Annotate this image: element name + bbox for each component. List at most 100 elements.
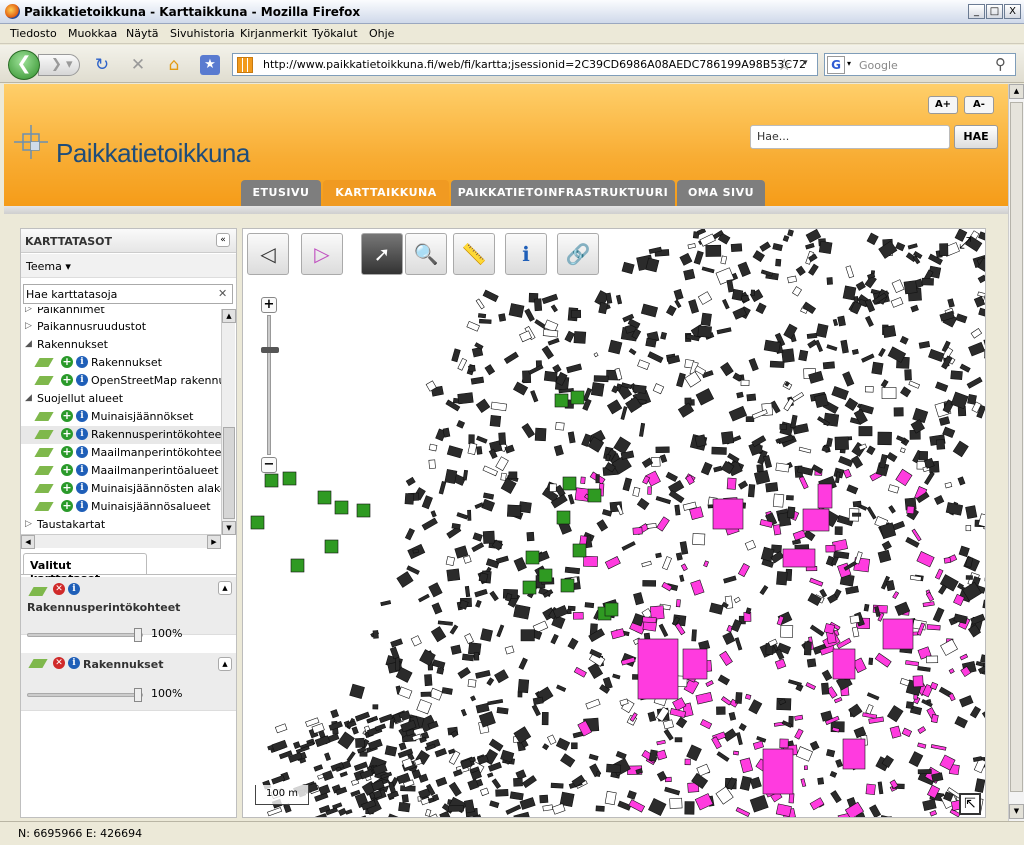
remove-layer-icon[interactable]: ✕ (53, 657, 65, 669)
opacity-slider-handle[interactable] (134, 628, 142, 642)
back-button[interactable]: ❮ (8, 50, 40, 80)
add-layer-icon[interactable]: + (61, 410, 73, 422)
site-logo[interactable]: Paikkatietoikkuna (56, 138, 250, 169)
menu-ohje[interactable]: Ohje (369, 27, 394, 40)
fullscreen-icon[interactable]: ⤢ (951, 233, 979, 255)
tree-layer-muinaisjaannosten-alakohteet[interactable]: +iMuinaisjäännösten alakohteet (21, 480, 221, 498)
info-icon[interactable]: i (76, 446, 88, 458)
tree-vertical-scrollbar[interactable]: ▲ ▼ (221, 309, 236, 535)
minimize-layer-icon[interactable]: ▲ (218, 581, 232, 595)
remove-layer-icon[interactable]: ✕ (53, 583, 65, 595)
info-icon[interactable]: i (76, 482, 88, 494)
stop-icon[interactable]: ✕ (128, 55, 148, 75)
info-icon[interactable]: i (76, 356, 88, 368)
info-icon[interactable]: i (68, 583, 80, 595)
tab-oma-sivu[interactable]: OMA SIVU (677, 180, 765, 206)
add-layer-icon[interactable]: + (61, 446, 73, 458)
star-icon[interactable]: ☆ (777, 55, 791, 74)
page-scroll-up-icon[interactable]: ▲ (1009, 84, 1024, 99)
clear-search-icon[interactable]: ✕ (218, 287, 227, 300)
tree-group-paikannusruudustot[interactable]: ▷ Paikannusruudustot (21, 318, 221, 336)
previous-view-button[interactable]: ◁ (247, 233, 289, 275)
tree-group-taustakartat[interactable]: ▷ Taustakartat (21, 516, 221, 534)
tab-karttaikkuna[interactable]: KARTTAIKKUNA (323, 180, 449, 206)
font-larger-button[interactable]: A+ (928, 96, 958, 114)
menu-muokkaa[interactable]: Muokkaa (68, 27, 117, 40)
menu-kirjanmerkit[interactable]: Kirjanmerkit (240, 27, 307, 40)
magnifier-icon[interactable]: ⚲ (995, 55, 1006, 73)
collapse-icon[interactable]: ◢ (25, 393, 32, 403)
layer-search-input[interactable]: Hae karttatasoja ✕ (23, 284, 233, 304)
add-layer-icon[interactable]: + (61, 374, 73, 386)
overview-map-icon[interactable]: ⇱ (959, 793, 981, 815)
dropdown-icon[interactable]: ▾ (803, 58, 808, 68)
opacity-slider[interactable] (27, 628, 143, 642)
menu-sivuhistoria[interactable]: Sivuhistoria (170, 27, 235, 40)
theme-dropdown[interactable]: Teema ▾ (21, 254, 236, 278)
tree-layer-rakennusperintokohteet[interactable]: + i Rakennusperintökohteet (21, 426, 221, 444)
scroll-left-icon[interactable]: ◀ (21, 535, 35, 549)
menu-nayta[interactable]: Näytä (126, 27, 159, 40)
collapse-icon[interactable]: ◢ (25, 339, 32, 349)
tree-layer-maailmanperintoalueet[interactable]: + i Maailmanperintöalueet (21, 462, 221, 480)
page-scroll-down-icon[interactable]: ▼ (1009, 804, 1024, 819)
font-smaller-button[interactable]: A- (964, 96, 994, 114)
forward-button[interactable]: ❯ ▾ (38, 54, 80, 76)
search-engine-bar[interactable]: G ▾ Google ⚲ (824, 53, 1016, 76)
tree-layer-muinaisjaannokset[interactable]: + i Muinaisjäännökset (21, 408, 221, 426)
map-view[interactable]: ◁ ▷ ➚ 🔍 📏 ℹ 🔗 + − ⤢ 100 m ⇱ (242, 228, 986, 818)
info-icon[interactable]: i (76, 374, 88, 386)
expand-icon[interactable]: ▷ (25, 307, 32, 314)
zoom-bar[interactable]: + − (261, 297, 279, 473)
home-icon[interactable]: ⌂ (164, 55, 184, 75)
zoom-in-button[interactable]: + (261, 297, 277, 313)
page-scrollbar[interactable]: ▲ ▼ (1008, 84, 1024, 821)
site-search-button[interactable]: HAE (954, 125, 998, 149)
link-tool-button[interactable]: 🔗 (557, 233, 599, 275)
scroll-down-icon[interactable]: ▼ (222, 521, 236, 535)
minimize-button[interactable]: _ (968, 4, 985, 19)
bookmark-icon[interactable]: ★ (200, 55, 220, 75)
tree-layer-rakennukset[interactable]: + i Rakennukset (21, 354, 221, 372)
zoom-out-button[interactable]: − (261, 457, 277, 473)
info-icon[interactable]: i (76, 410, 88, 422)
engine-dropdown-icon[interactable]: ▾ (847, 59, 851, 68)
add-layer-icon[interactable]: + (61, 500, 73, 512)
tree-layer-maailmanperintokohteet[interactable]: + i Maailmanperintökohteet (21, 444, 221, 462)
tree-group-rakennukset[interactable]: ◢ Rakennukset (21, 336, 221, 354)
scroll-right-icon[interactable]: ▶ (207, 535, 221, 549)
google-search-input[interactable]: Google (859, 59, 898, 72)
google-icon[interactable]: G (827, 56, 845, 74)
add-layer-icon[interactable]: + (61, 482, 73, 494)
info-tool-button[interactable]: ℹ (505, 233, 547, 275)
opacity-slider-handle[interactable] (134, 688, 142, 702)
scroll-thumb[interactable] (223, 427, 235, 519)
add-layer-icon[interactable]: + (61, 428, 73, 440)
tree-layer-osm-rakennukset[interactable]: +iOpenStreetMap rakennukset (21, 372, 221, 390)
page-scroll-thumb[interactable] (1010, 102, 1023, 792)
info-icon[interactable]: i (76, 428, 88, 440)
scroll-up-icon[interactable]: ▲ (222, 309, 236, 323)
opacity-slider[interactable] (27, 688, 143, 702)
next-view-button[interactable]: ▷ (301, 233, 343, 275)
selected-layers-tab[interactable]: Valitut karttatasot (23, 553, 147, 585)
menu-tyokalut[interactable]: Työkalut (312, 27, 358, 40)
close-button[interactable]: X (1004, 4, 1021, 19)
url-bar[interactable]: http://www.paikkatietoikkuna.fi/web/fi/k… (232, 53, 818, 76)
info-icon[interactable]: i (76, 500, 88, 512)
tree-group-suojellut-alueet[interactable]: ◢ Suojellut alueet (21, 390, 221, 408)
maximize-button[interactable]: □ (986, 4, 1003, 19)
tree-horizontal-scrollbar[interactable]: ◀ ▶ (21, 534, 221, 549)
zoom-box-tool-button[interactable]: 🔍 (405, 233, 447, 275)
menu-tiedosto[interactable]: Tiedosto (10, 27, 57, 40)
measure-tool-button[interactable]: 📏 (453, 233, 495, 275)
expand-icon[interactable]: ▷ (25, 519, 32, 529)
collapse-panel-button[interactable]: « (216, 233, 230, 247)
zoom-track[interactable] (267, 315, 271, 455)
tree-layer-muinaisjaannosalueet[interactable]: + i Muinaisjäännösalueet (21, 498, 221, 516)
tab-etusivu[interactable]: ETUSIVU (241, 180, 321, 206)
expand-icon[interactable]: ▷ (25, 321, 32, 331)
add-layer-icon[interactable]: + (61, 356, 73, 368)
info-icon[interactable]: i (76, 464, 88, 476)
tab-paikkatietoinfrastruktuuri[interactable]: PAIKKATIETOINFRASTRUKTUURI (451, 180, 675, 206)
